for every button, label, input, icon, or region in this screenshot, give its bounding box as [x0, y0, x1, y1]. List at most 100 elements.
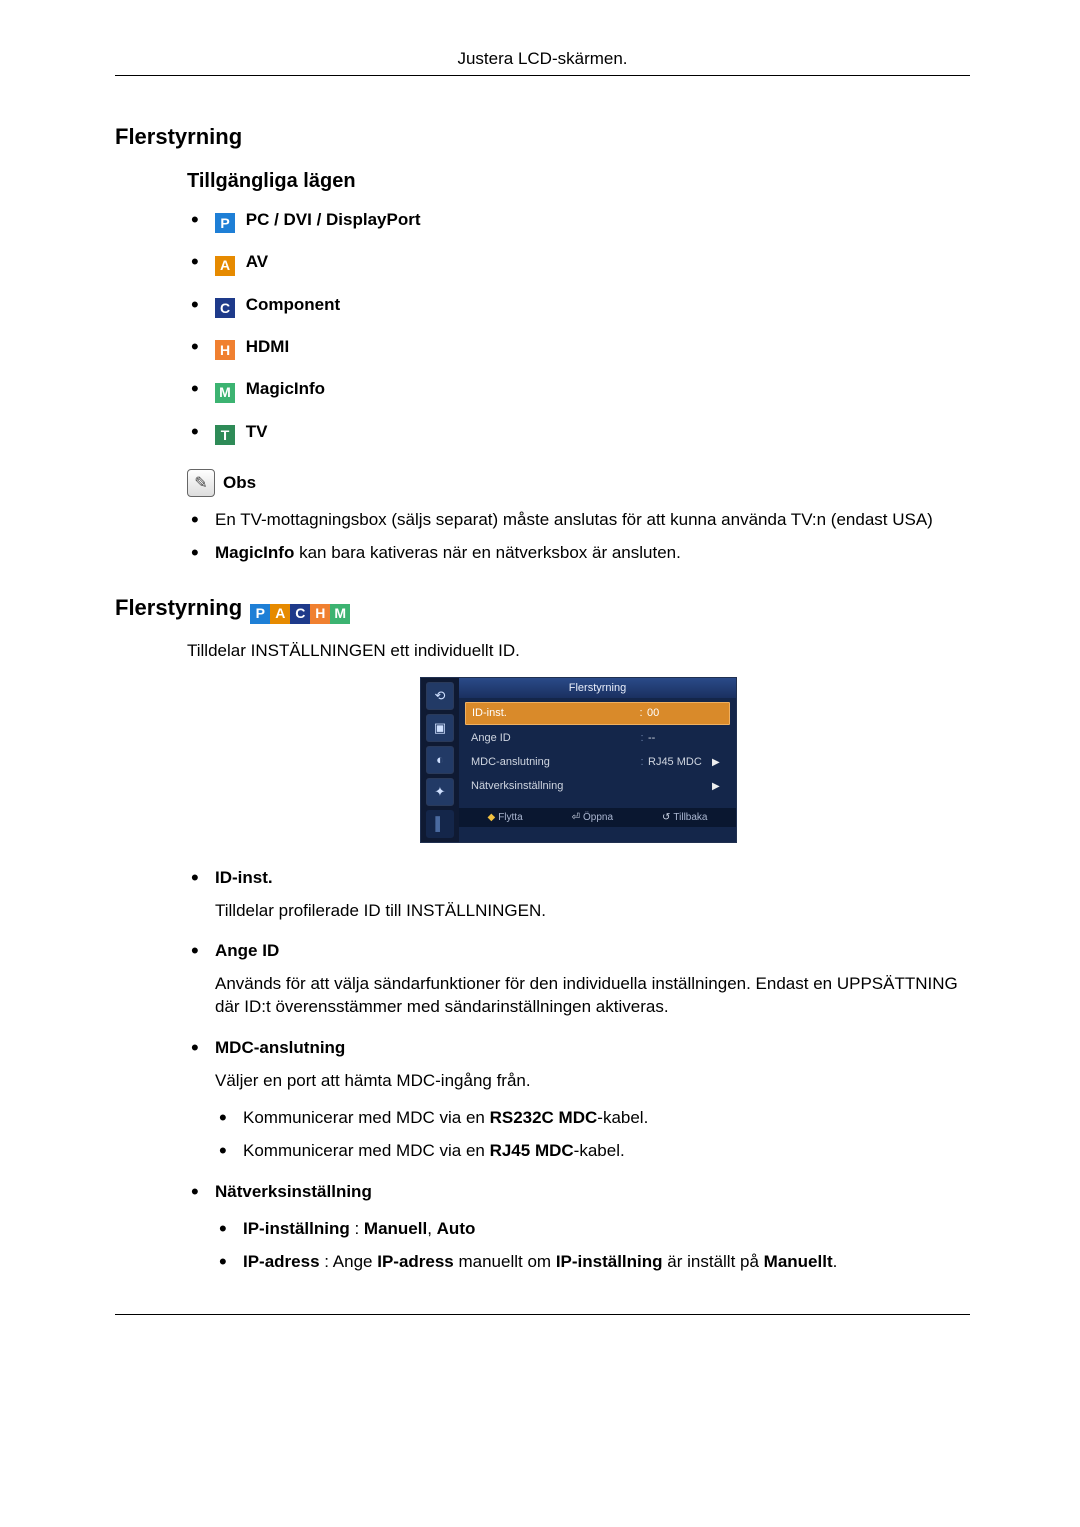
- mode-p-icon: P: [215, 213, 235, 233]
- osd-side-icon-4: ✦: [426, 778, 454, 806]
- mdc-sub-rj45: Kommunicerar med MDC via en RJ45 MDC-kab…: [215, 1140, 970, 1163]
- obs-notes: En TV-mottagningsbox (säljs separat) mås…: [187, 509, 970, 565]
- osd-row-id-inst: ID-inst. : 00: [465, 702, 730, 725]
- item-id-inst-title: ID-inst.: [215, 868, 273, 887]
- osd-row-ange-id: Ange ID : --: [465, 728, 730, 749]
- osd-sidebar: ⟲ ▣ ◐ ✦ ▌: [421, 678, 459, 842]
- obs-label: Obs: [223, 472, 256, 495]
- osd-row-network: Nätverksinställning ▶: [465, 776, 730, 797]
- osd-r3-label: MDC-anslutning: [471, 755, 636, 770]
- strip-c-icon: C: [290, 604, 310, 624]
- net-sub2-mid: manuellt om: [454, 1252, 556, 1271]
- mode-p-label: PC / DVI / DisplayPort: [246, 210, 421, 229]
- note-icon: ✎: [187, 469, 215, 497]
- page: Justera LCD-skärmen. Flerstyrning Tillgä…: [0, 0, 1080, 1527]
- obs-note-2: MagicInfo kan bara kativeras när en nätv…: [187, 542, 970, 565]
- mode-m-icon: M: [215, 383, 235, 403]
- net-sub2-b2: IP-adress: [377, 1252, 454, 1271]
- osd-footer-back: ↺Tillbaka: [662, 811, 707, 825]
- section2-body: Tilldelar INSTÄLLNINGEN ett individuellt…: [187, 640, 970, 1274]
- obs-note-1-text: En TV-mottagningsbox (säljs separat) mås…: [215, 510, 933, 529]
- osd-r2-label: Ange ID: [471, 731, 636, 746]
- mdc-sub-rs232c: Kommunicerar med MDC via en RS232C MDC-k…: [215, 1107, 970, 1130]
- mdc-sub2-pre: Kommunicerar med MDC via en: [243, 1141, 490, 1160]
- mode-item-av: A AV: [187, 251, 970, 275]
- osd-side-icon-2: ▣: [426, 714, 454, 742]
- osd-footer-move-label: Flytta: [498, 811, 522, 825]
- mode-a-label: AV: [246, 252, 268, 271]
- section-heading-flerstyrning-2: Flerstyrning P A C H M: [115, 593, 970, 623]
- osd-rows: ID-inst. : 00 Ange ID : -- MDC-ans: [459, 698, 736, 807]
- osd-r2-sep: :: [636, 731, 648, 746]
- osd-title: Flerstyrning: [459, 678, 736, 699]
- mode-item-component: C Component: [187, 294, 970, 318]
- osd-r1-sep: :: [635, 706, 647, 721]
- mdc-sub1-post: -kabel.: [597, 1108, 648, 1127]
- osd-footer: ◆Flytta ⏎Öppna ↺Tillbaka: [459, 808, 736, 828]
- osd-r3-val: RJ45 MDC: [648, 755, 712, 770]
- osd-row-mdc: MDC-anslutning : RJ45 MDC ▶: [465, 752, 730, 773]
- net-sub1-bold: IP-inställning: [243, 1219, 350, 1238]
- strip-h-icon: H: [310, 604, 330, 624]
- osd-footer-back-label: Tillbaka: [673, 811, 707, 825]
- mode-strip: P A C H M: [250, 604, 350, 624]
- item-mdc: MDC-anslutning Väljer en port att hämta …: [187, 1037, 970, 1163]
- osd-r2-val: --: [648, 731, 712, 746]
- strip-m-icon: M: [330, 604, 350, 624]
- item-mdc-body: Väljer en port att hämta MDC-ingång från…: [215, 1070, 970, 1093]
- mode-item-magicinfo: M MagicInfo: [187, 378, 970, 402]
- subheading-tillgangliga: Tillgängliga lägen: [187, 168, 970, 195]
- item-network: Nätverksinställning IP-inställning : Man…: [187, 1181, 970, 1274]
- net-sub2-sep: : Ange: [320, 1252, 378, 1271]
- osd-main: Flerstyrning ID-inst. : 00 Ange ID : --: [459, 678, 736, 842]
- net-sub1-v1: Manuell: [364, 1219, 427, 1238]
- net-sub-ip-setting: IP-inställning : Manuell, Auto: [215, 1218, 970, 1241]
- section2-heading-text: Flerstyrning: [115, 595, 242, 620]
- item-ange-id: Ange ID Används för att välja sändarfunk…: [187, 940, 970, 1019]
- net-sub1-sep: :: [350, 1219, 364, 1238]
- osd-side-icon-1: ⟲: [426, 682, 454, 710]
- mode-h-icon: H: [215, 340, 235, 360]
- section-heading-flerstyrning-1: Flerstyrning: [115, 122, 970, 152]
- osd-r4-arrow: ▶: [712, 780, 724, 794]
- net-sub1-comma: ,: [427, 1219, 436, 1238]
- net-sub2-b1: IP-adress: [243, 1252, 320, 1271]
- item-ange-title: Ange ID: [215, 941, 279, 960]
- page-header: Justera LCD-skärmen.: [115, 48, 970, 76]
- net-sub2-mid2: är inställt på: [663, 1252, 764, 1271]
- mdc-sub2-post: -kabel.: [574, 1141, 625, 1160]
- item-net-title: Nätverksinställning: [215, 1182, 372, 1201]
- item-mdc-title: MDC-anslutning: [215, 1038, 345, 1057]
- mdc-sub2-bold: RJ45 MDC: [490, 1141, 574, 1160]
- enter-glyph-icon: ⏎: [572, 811, 580, 825]
- obs-note-2-rest: kan bara kativeras när en nätverksbox är…: [294, 543, 681, 562]
- mode-c-label: Component: [246, 295, 340, 314]
- osd-footer-open-label: Öppna: [583, 811, 613, 825]
- modes-list: P PC / DVI / DisplayPort A AV C Componen…: [187, 209, 970, 446]
- move-glyph-icon: ◆: [487, 811, 495, 825]
- osd-panel: ⟲ ▣ ◐ ✦ ▌ Flerstyrning ID-inst. : 00: [420, 677, 737, 843]
- osd-footer-open: ⏎Öppna: [572, 811, 613, 825]
- mode-c-icon: C: [215, 298, 235, 318]
- section1-body: Tillgängliga lägen P PC / DVI / DisplayP…: [187, 168, 970, 566]
- mode-item-hdmi: H HDMI: [187, 336, 970, 360]
- page-footer-line: [115, 1314, 970, 1315]
- settings-items: ID-inst. Tilldelar profilerade ID till I…: [187, 867, 970, 1274]
- mode-item-pc: P PC / DVI / DisplayPort: [187, 209, 970, 233]
- mode-a-icon: A: [215, 256, 235, 276]
- section2-intro: Tilldelar INSTÄLLNINGEN ett individuellt…: [187, 640, 970, 663]
- net-sub1-v2: Auto: [437, 1219, 476, 1238]
- osd-r1-label: ID-inst.: [472, 706, 635, 721]
- osd-side-icon-3: ◐: [426, 746, 454, 774]
- item-ange-body: Används för att välja sändarfunktioner f…: [215, 973, 970, 1019]
- mode-m-label: MagicInfo: [246, 379, 325, 398]
- item-id-inst: ID-inst. Tilldelar profilerade ID till I…: [187, 867, 970, 923]
- net-sub2-end: .: [833, 1252, 838, 1271]
- header-title: Justera LCD-skärmen.: [457, 49, 627, 68]
- net-sub2-b4: Manuellt: [764, 1252, 833, 1271]
- mdc-sub1-pre: Kommunicerar med MDC via en: [243, 1108, 490, 1127]
- item-id-inst-body: Tilldelar profilerade ID till INSTÄLLNIN…: [215, 900, 970, 923]
- obs-note-2-bold: MagicInfo: [215, 543, 294, 562]
- obs-note-1: En TV-mottagningsbox (säljs separat) mås…: [187, 509, 970, 532]
- strip-p-icon: P: [250, 604, 270, 624]
